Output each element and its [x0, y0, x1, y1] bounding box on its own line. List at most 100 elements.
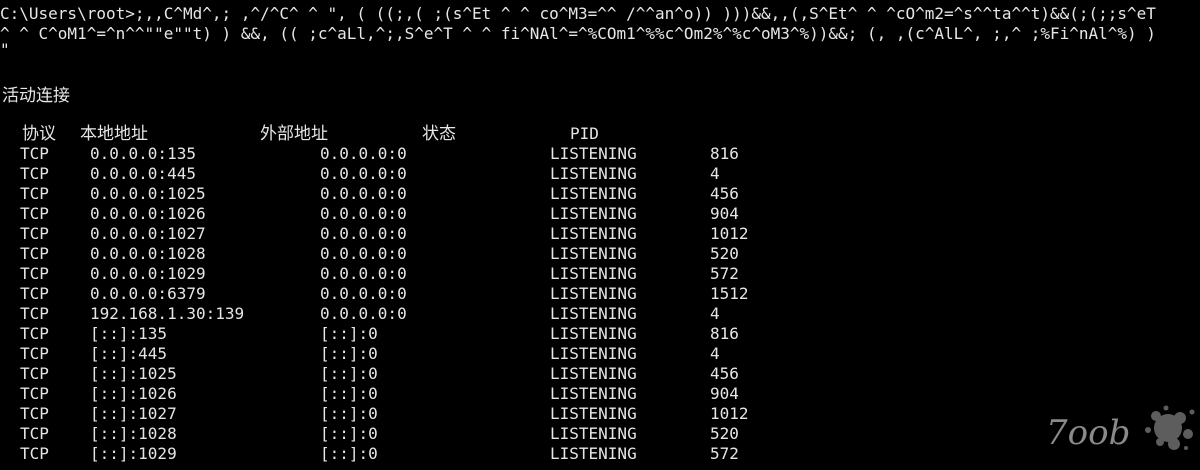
table-row: TCP 0.0.0.0:135 0.0.0.0:0 LISTENING 816	[0, 144, 1200, 164]
cell-state: LISTENING	[550, 184, 637, 203]
cell-state: LISTENING	[550, 164, 637, 183]
cell-state: LISTENING	[550, 344, 637, 363]
cell-state: LISTENING	[550, 244, 637, 263]
table-row: TCP 192.168.1.30:139 0.0.0.0:0 LISTENING 4	[0, 304, 1200, 324]
cell-foreign-address: [::]:0	[320, 444, 378, 463]
cell-pid: 816	[710, 144, 739, 163]
cell-protocol: TCP	[20, 244, 49, 263]
cell-local-address: 0.0.0.0:1025	[90, 184, 206, 203]
header-foreign-address: 外部地址	[260, 124, 328, 144]
cell-foreign-address: 0.0.0.0:0	[320, 304, 407, 323]
table-row: TCP [::]:1025 [::]:0 LISTENING 456	[0, 364, 1200, 384]
cell-foreign-address: [::]:0	[320, 424, 378, 443]
cell-protocol: TCP	[20, 444, 49, 463]
cell-pid: 816	[710, 324, 739, 343]
table-row: TCP [::]:1029 [::]:0 LISTENING 572	[0, 444, 1200, 464]
watermark: 7oob	[1040, 398, 1200, 466]
cell-foreign-address: 0.0.0.0:0	[320, 224, 407, 243]
cell-local-address: 0.0.0.0:6379	[90, 284, 206, 303]
cell-foreign-address: [::]:0	[320, 364, 378, 383]
cell-pid: 520	[710, 424, 739, 443]
table-row: TCP [::]:1027 [::]:0 LISTENING 1012	[0, 404, 1200, 424]
cell-state: LISTENING	[550, 264, 637, 283]
cell-pid: 1012	[710, 404, 749, 423]
cell-state: LISTENING	[550, 384, 637, 403]
header-state: 状态	[422, 124, 456, 144]
cell-protocol: TCP	[20, 264, 49, 283]
cell-local-address: 0.0.0.0:1026	[90, 204, 206, 223]
cell-state: LISTENING	[550, 324, 637, 343]
splatter-logo-icon: 7oob	[1046, 405, 1195, 453]
table-row: TCP 0.0.0.0:1027 0.0.0.0:0 LISTENING 1012	[0, 224, 1200, 244]
command-line-3: "	[0, 40, 10, 59]
cell-foreign-address: 0.0.0.0:0	[320, 204, 407, 223]
cell-pid: 1512	[710, 284, 749, 303]
table-row: TCP [::]:1026 [::]:0 LISTENING 904	[0, 384, 1200, 404]
table-row: TCP 0.0.0.0:6379 0.0.0.0:0 LISTENING 1512	[0, 284, 1200, 304]
cell-protocol: TCP	[20, 204, 49, 223]
command-line-2: ^ ^ C^oM1^=^n^^""e""t) ) &&, (( ;c^aLl,^…	[0, 24, 1156, 43]
cell-local-address: 0.0.0.0:1027	[90, 224, 206, 243]
cell-foreign-address: 0.0.0.0:0	[320, 144, 407, 163]
table-row: TCP [::]:1028 [::]:0 LISTENING 520	[0, 424, 1200, 444]
table-row: TCP 0.0.0.0:1025 0.0.0.0:0 LISTENING 456	[0, 184, 1200, 204]
table-row: TCP [::]:445 [::]:0 LISTENING 4	[0, 344, 1200, 364]
cell-protocol: TCP	[20, 404, 49, 423]
header-protocol: 协议	[22, 124, 56, 144]
cell-pid: 904	[710, 204, 739, 223]
cell-pid: 520	[710, 244, 739, 263]
cell-foreign-address: [::]:0	[320, 384, 378, 403]
cell-local-address: 192.168.1.30:139	[90, 304, 245, 323]
cell-local-address: [::]:1028	[90, 424, 177, 443]
cell-local-address: 0.0.0.0:1029	[90, 264, 206, 283]
cell-protocol: TCP	[20, 344, 49, 363]
cell-state: LISTENING	[550, 284, 637, 303]
section-title: 活动连接	[2, 86, 70, 106]
cell-protocol: TCP	[20, 184, 49, 203]
cell-foreign-address: 0.0.0.0:0	[320, 244, 407, 263]
cell-pid: 4	[710, 344, 720, 363]
cell-protocol: TCP	[20, 384, 49, 403]
cell-foreign-address: 0.0.0.0:0	[320, 184, 407, 203]
cell-pid: 1012	[710, 224, 749, 243]
cell-local-address: 0.0.0.0:135	[90, 144, 196, 163]
cell-pid: 456	[710, 184, 739, 203]
cell-state: LISTENING	[550, 404, 637, 423]
cell-state: LISTENING	[550, 364, 637, 383]
cell-protocol: TCP	[20, 304, 49, 323]
cell-state: LISTENING	[550, 144, 637, 163]
cell-foreign-address: 0.0.0.0:0	[320, 284, 407, 303]
cell-protocol: TCP	[20, 164, 49, 183]
cell-pid: 456	[710, 364, 739, 383]
cell-foreign-address: [::]:0	[320, 404, 378, 423]
cell-pid: 572	[710, 264, 739, 283]
cell-foreign-address: 0.0.0.0:0	[320, 264, 407, 283]
cell-state: LISTENING	[550, 424, 637, 443]
cell-local-address: [::]:1027	[90, 404, 177, 423]
table-row: TCP 0.0.0.0:445 0.0.0.0:0 LISTENING 4	[0, 164, 1200, 184]
cell-protocol: TCP	[20, 224, 49, 243]
watermark-text: 7oob	[1046, 413, 1130, 453]
header-pid: PID	[570, 124, 599, 143]
cell-state: LISTENING	[550, 444, 637, 463]
cell-local-address: [::]:1029	[90, 444, 177, 463]
cell-local-address: 0.0.0.0:445	[90, 164, 196, 183]
cell-local-address: 0.0.0.0:1028	[90, 244, 206, 263]
cell-state: LISTENING	[550, 204, 637, 223]
cell-local-address: [::]:1026	[90, 384, 177, 403]
cell-foreign-address: [::]:0	[320, 344, 378, 363]
cell-protocol: TCP	[20, 284, 49, 303]
cell-local-address: [::]:135	[90, 324, 168, 343]
header-local-address: 本地地址	[80, 124, 148, 144]
console-window[interactable]: C:\Users\root>;,,C^Md^,; ,^/^C^ ^ ", ( (…	[0, 0, 1200, 466]
command-line-1: C:\Users\root>;,,C^Md^,; ,^/^C^ ^ ", ( (…	[0, 4, 1156, 23]
cell-pid: 4	[710, 164, 720, 183]
cell-local-address: [::]:1025	[90, 364, 177, 383]
cell-pid: 4	[710, 304, 720, 323]
cell-pid: 904	[710, 384, 739, 403]
table-row: TCP 0.0.0.0:1026 0.0.0.0:0 LISTENING 904	[0, 204, 1200, 224]
cell-protocol: TCP	[20, 364, 49, 383]
cell-pid: 572	[710, 444, 739, 463]
cell-protocol: TCP	[20, 144, 49, 163]
cell-state: LISTENING	[550, 224, 637, 243]
